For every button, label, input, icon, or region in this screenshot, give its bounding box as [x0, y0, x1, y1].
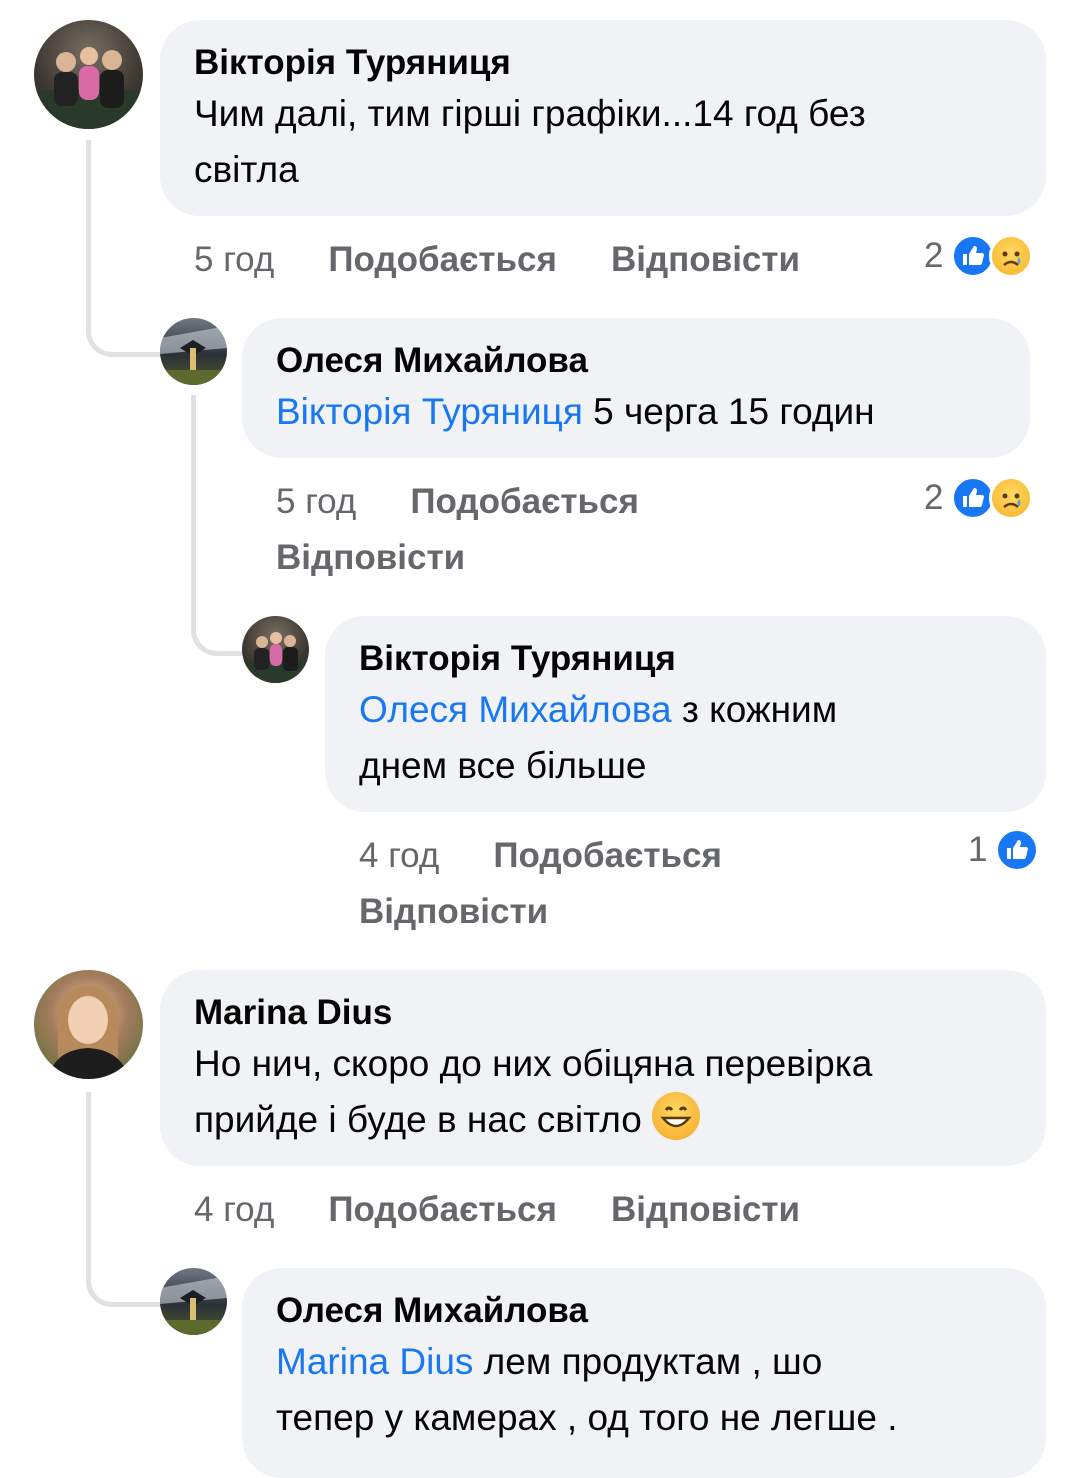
comment-author[interactable]: Вікторія Туряниця	[359, 636, 1012, 682]
comment-bubble: Олеся Михайлова Marina Dius лем продукта…	[242, 1268, 1046, 1478]
comment-text: Marina Dius лем продуктам , шо тепер у к…	[276, 1334, 1012, 1446]
like-reaction-icon	[995, 828, 1040, 872]
storm-photo-icon	[160, 326, 227, 385]
storm-photo-icon	[160, 1276, 227, 1335]
comment-time[interactable]: 4 год	[194, 1190, 274, 1229]
comment-meta: 5 год Подобається Відповісти	[194, 232, 854, 288]
reply-button[interactable]: Відповісти	[359, 892, 548, 931]
avatar[interactable]	[160, 318, 227, 385]
like-button[interactable]: Подобається	[328, 240, 557, 279]
comment-meta: 5 год Подобається Відповісти	[276, 474, 836, 586]
sad-reaction-icon	[989, 476, 1034, 520]
comment-author[interactable]: Вікторія Туряниця	[194, 40, 1012, 86]
comment-text-line: з кожним	[671, 689, 838, 730]
comment-text: Чим далі, тим гірші графіки...14 год без…	[194, 86, 1012, 198]
mention-link[interactable]: Олеся Михайлова	[359, 689, 672, 730]
avatar[interactable]	[160, 1268, 227, 1335]
comment-text-line: лем продуктам , шо	[473, 1341, 823, 1382]
comment-meta: 4 год Подобається Відповісти	[194, 1182, 854, 1238]
avatar[interactable]	[34, 20, 143, 129]
comment-author[interactable]: Marina Dius	[194, 990, 1012, 1036]
comment-bubble: Вікторія Туряниця Чим далі, тим гірші гр…	[160, 20, 1046, 216]
family-photo-icon	[34, 47, 143, 129]
mention-link[interactable]: Marina Dius	[276, 1341, 473, 1382]
comment-author[interactable]: Олеся Михайлова	[276, 1288, 1012, 1334]
thread-line	[86, 1092, 161, 1307]
comment-time[interactable]: 5 год	[276, 482, 356, 521]
grinning-emoji-icon	[651, 1092, 700, 1140]
reaction-summary[interactable]: 1	[968, 828, 1040, 872]
sad-reaction-icon	[989, 234, 1034, 278]
reaction-summary[interactable]: 2	[924, 234, 1034, 278]
like-button[interactable]: Подобається	[328, 1190, 557, 1229]
thread-line	[191, 395, 242, 656]
reply-button[interactable]: Відповісти	[611, 240, 800, 279]
thread-line	[86, 140, 161, 357]
avatar[interactable]	[34, 970, 143, 1079]
comment-bubble: Вікторія Туряниця Олеся Михайлова з кожн…	[325, 616, 1046, 812]
comment-text-line: світла	[194, 149, 299, 190]
comment-text-line: днем все більше	[359, 745, 647, 786]
comment-text-line: тепер у камерах , од того не легше .	[276, 1397, 898, 1438]
comment-text: Но нич, скоро до них обіцяна перевірка п…	[194, 1036, 1012, 1148]
comment-bubble: Marina Dius Но нич, скоро до них обіцяна…	[160, 970, 1046, 1166]
reply-button[interactable]: Відповісти	[611, 1190, 800, 1229]
family-photo-icon	[242, 632, 309, 683]
mention-link[interactable]: Вікторія Туряниця	[276, 391, 583, 432]
comment-text-line: Чим далі, тим гірші графіки...14 год без	[194, 93, 866, 134]
comment-author[interactable]: Олеся Михайлова	[276, 338, 996, 384]
comment-time[interactable]: 4 год	[359, 836, 439, 875]
comment-bubble: Олеся Михайлова Вікторія Туряниця 5 черг…	[242, 318, 1030, 458]
comment-text: Вікторія Туряниця 5 черга 15 годин	[276, 384, 996, 440]
avatar[interactable]	[242, 616, 309, 683]
comment-time[interactable]: 5 год	[194, 240, 274, 279]
comment-text-line: прийде і буде в нас світло	[194, 1099, 642, 1140]
reaction-count: 2	[924, 236, 944, 275]
reaction-count: 1	[968, 830, 988, 869]
reaction-count: 2	[924, 478, 944, 517]
reaction-summary[interactable]: 2	[924, 476, 1034, 520]
like-button[interactable]: Подобається	[493, 836, 722, 875]
comment-text-line: Но нич, скоро до них обіцяна перевірка	[194, 1043, 873, 1084]
person-photo-icon	[48, 986, 129, 1079]
comment-text: Олеся Михайлова з кожним днем все більше	[359, 682, 1012, 794]
comment-text-line: 5 черга 15 годин	[582, 391, 875, 432]
reply-button[interactable]: Відповісти	[276, 538, 465, 577]
comment-meta: 4 год Подобається Відповісти	[359, 828, 879, 940]
like-button[interactable]: Подобається	[410, 482, 639, 521]
